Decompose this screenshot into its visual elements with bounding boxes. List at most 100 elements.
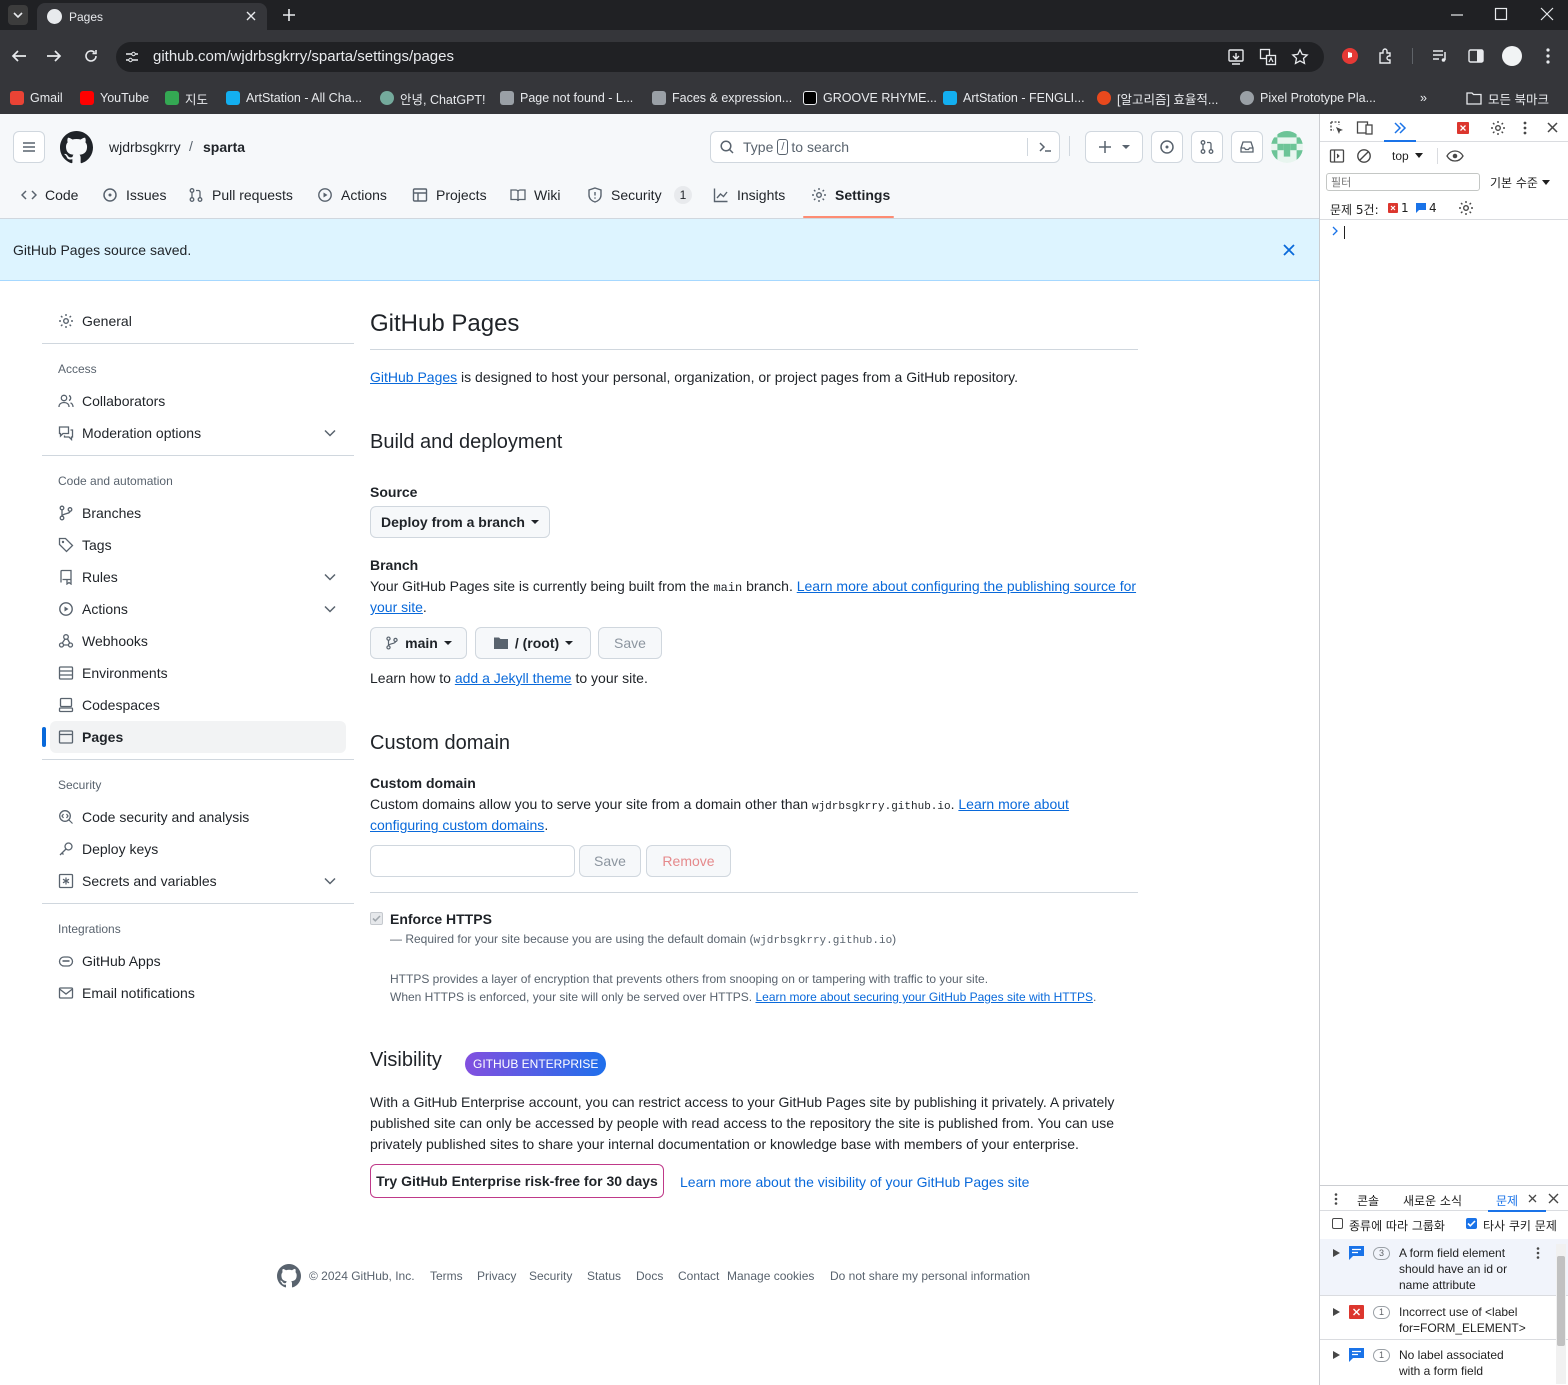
extensions-icon[interactable] [1377, 47, 1395, 65]
github-logo-icon[interactable] [60, 131, 93, 164]
bookmark-groove-rhyme[interactable]: GROOVE RHYME... [803, 82, 937, 114]
drawer-tab-console[interactable]: 콘솔 [1357, 1192, 1379, 1209]
settings-gear-icon[interactable] [1490, 120, 1506, 136]
more-bookmarks-button[interactable]: » [1420, 82, 1427, 114]
tab-insights[interactable]: Insights [713, 184, 785, 206]
chevron-down-icon[interactable] [324, 429, 336, 437]
close-tab-icon[interactable] [245, 10, 257, 22]
tab-code[interactable]: Code [21, 184, 78, 206]
error-count[interactable]: 1 [1401, 201, 1409, 215]
create-new-button[interactable] [1085, 131, 1143, 163]
enforce-https-checkbox[interactable] [370, 912, 383, 925]
console-settings-gear-icon[interactable] [1458, 200, 1474, 216]
close-drawer-icon[interactable] [1548, 1193, 1559, 1204]
repo-name-link[interactable]: sparta [198, 133, 250, 161]
back-icon[interactable] [10, 48, 28, 64]
minimize-icon[interactable] [1450, 8, 1464, 22]
tab-projects[interactable]: Projects [412, 184, 487, 206]
bookmark-artstation-1[interactable]: ArtStation - All Cha... [226, 82, 362, 114]
expand-triangle-icon[interactable] [1333, 1249, 1340, 1257]
chrome-menu-icon[interactable] [1540, 47, 1556, 65]
chevron-down-icon[interactable] [324, 605, 336, 613]
custom-domain-learn-more-link[interactable]: Learn more about [958, 796, 1069, 812]
extension-red-icon[interactable] [1341, 47, 1359, 65]
info-count[interactable]: 4 [1429, 201, 1437, 215]
window-close-icon[interactable] [1540, 7, 1554, 21]
footer-link-terms[interactable]: Terms [430, 1269, 463, 1283]
bookmark-star-icon[interactable] [1291, 48, 1309, 66]
tab-actions[interactable]: Actions [317, 184, 387, 206]
footer-link-manage-cookies[interactable]: Manage cookies [727, 1269, 814, 1283]
footer-link-do-not-share[interactable]: Do not share my personal information [830, 1269, 1030, 1283]
sidebar-item-email-notifications[interactable]: Email notifications [58, 983, 195, 1003]
sidebar-item-branches[interactable]: Branches [58, 503, 141, 523]
custom-domain-input[interactable] [370, 845, 575, 877]
github-footer-logo-icon[interactable] [277, 1264, 301, 1288]
bookmark-pixel-prototype[interactable]: Pixel Prototype Pla... [1240, 82, 1376, 114]
sidebar-item-environments[interactable]: Environments [58, 663, 168, 683]
new-tab-icon[interactable] [281, 7, 297, 23]
tab-pull-requests[interactable]: Pull requests [188, 184, 293, 206]
footer-link-privacy[interactable]: Privacy [477, 1269, 516, 1283]
profile-avatar[interactable] [1502, 46, 1522, 66]
bookmark-youtube[interactable]: YouTube [80, 82, 149, 114]
issue-item[interactable]: 1 No label associated with a form field [1320, 1341, 1568, 1385]
issues-button[interactable] [1151, 131, 1183, 163]
repo-owner-link[interactable]: wjdrbsgkrry [101, 133, 189, 161]
footer-link-security[interactable]: Security [529, 1269, 572, 1283]
sidebar-item-tags[interactable]: Tags [58, 535, 112, 555]
sidebar-item-secrets-variables[interactable]: Secrets and variables [58, 871, 217, 891]
drawer-tab-issues[interactable]: 문제 [1488, 1186, 1546, 1212]
browser-tab[interactable]: Pages [37, 3, 267, 30]
install-app-icon[interactable] [1227, 48, 1245, 66]
footer-link-contact[interactable]: Contact [678, 1269, 719, 1283]
close-devtools-icon[interactable] [1546, 121, 1559, 134]
context-select[interactable]: top [1382, 147, 1423, 165]
sidebar-item-deploy-keys[interactable]: Deploy keys [58, 839, 158, 859]
bookmark-faces[interactable]: Faces & expression... [652, 82, 792, 114]
sidebar-item-github-apps[interactable]: GitHub Apps [58, 951, 161, 971]
chevron-down-icon[interactable] [324, 573, 336, 581]
custom-domain-save-button[interactable]: Save [579, 845, 641, 877]
expand-triangle-icon[interactable] [1333, 1351, 1340, 1359]
close-icon[interactable] [1282, 243, 1296, 257]
publishing-source-link-cont[interactable]: your site [370, 599, 423, 615]
bookmark-gmail[interactable]: Gmail [10, 82, 63, 114]
drawer-menu-icon[interactable] [1331, 1192, 1341, 1206]
side-panel-icon[interactable] [1467, 47, 1485, 65]
tab-issues[interactable]: Issues [102, 184, 166, 206]
sidebar-item-codespaces[interactable]: Codespaces [58, 695, 160, 715]
bookmark-chatgpt[interactable]: 안녕, ChatGPT! [380, 82, 486, 114]
try-enterprise-button[interactable]: Try GitHub Enterprise risk-free for 30 d… [370, 1164, 664, 1198]
error-badge-icon[interactable] [1457, 122, 1469, 134]
bookmark-page-not-found[interactable]: Page not found - L... [500, 82, 633, 114]
pull-requests-button[interactable] [1191, 131, 1223, 163]
https-learn-more-link[interactable]: Learn more about securing your GitHub Pa… [755, 990, 1093, 1004]
tab-search-button[interactable] [8, 5, 28, 25]
branch-save-button[interactable]: Save [598, 627, 662, 659]
command-palette-icon[interactable] [1037, 139, 1053, 155]
console-filter-input[interactable] [1326, 173, 1480, 191]
device-toolbar-icon[interactable] [1356, 120, 1374, 136]
close-tab-icon[interactable] [1528, 1194, 1537, 1203]
kebab-menu-icon[interactable] [1519, 120, 1531, 136]
address-bar[interactable]: github.com/wjdrbsgkrry/sparta/settings/p… [116, 42, 1324, 72]
custom-domain-learn-more-link-cont[interactable]: configuring custom domains [370, 817, 544, 833]
sidebar-item-pages[interactable]: Pages [58, 727, 123, 747]
sidebar-item-moderation-options[interactable]: Moderation options [58, 423, 201, 443]
menu-button[interactable] [13, 131, 45, 163]
site-info-icon[interactable] [124, 50, 140, 64]
media-controls-icon[interactable] [1431, 47, 1449, 65]
sidebar-item-general[interactable]: General [58, 311, 132, 331]
sidebar-item-code-security[interactable]: Code security and analysis [58, 807, 249, 827]
branch-select[interactable]: main [370, 627, 467, 659]
tab-settings[interactable]: Settings [811, 184, 890, 206]
expand-triangle-icon[interactable] [1333, 1308, 1340, 1316]
bookmark-artstation-2[interactable]: ArtStation - FENGLI... [943, 82, 1085, 114]
devtools-more-tabs[interactable] [1384, 114, 1416, 142]
live-expression-eye-icon[interactable] [1446, 149, 1464, 163]
scrollbar-thumb[interactable] [1557, 1256, 1565, 1346]
sidebar-item-collaborators[interactable]: Collaborators [58, 391, 165, 411]
bookmark-maps[interactable]: 지도 [165, 82, 208, 114]
console-prompt[interactable] [1320, 220, 1568, 244]
